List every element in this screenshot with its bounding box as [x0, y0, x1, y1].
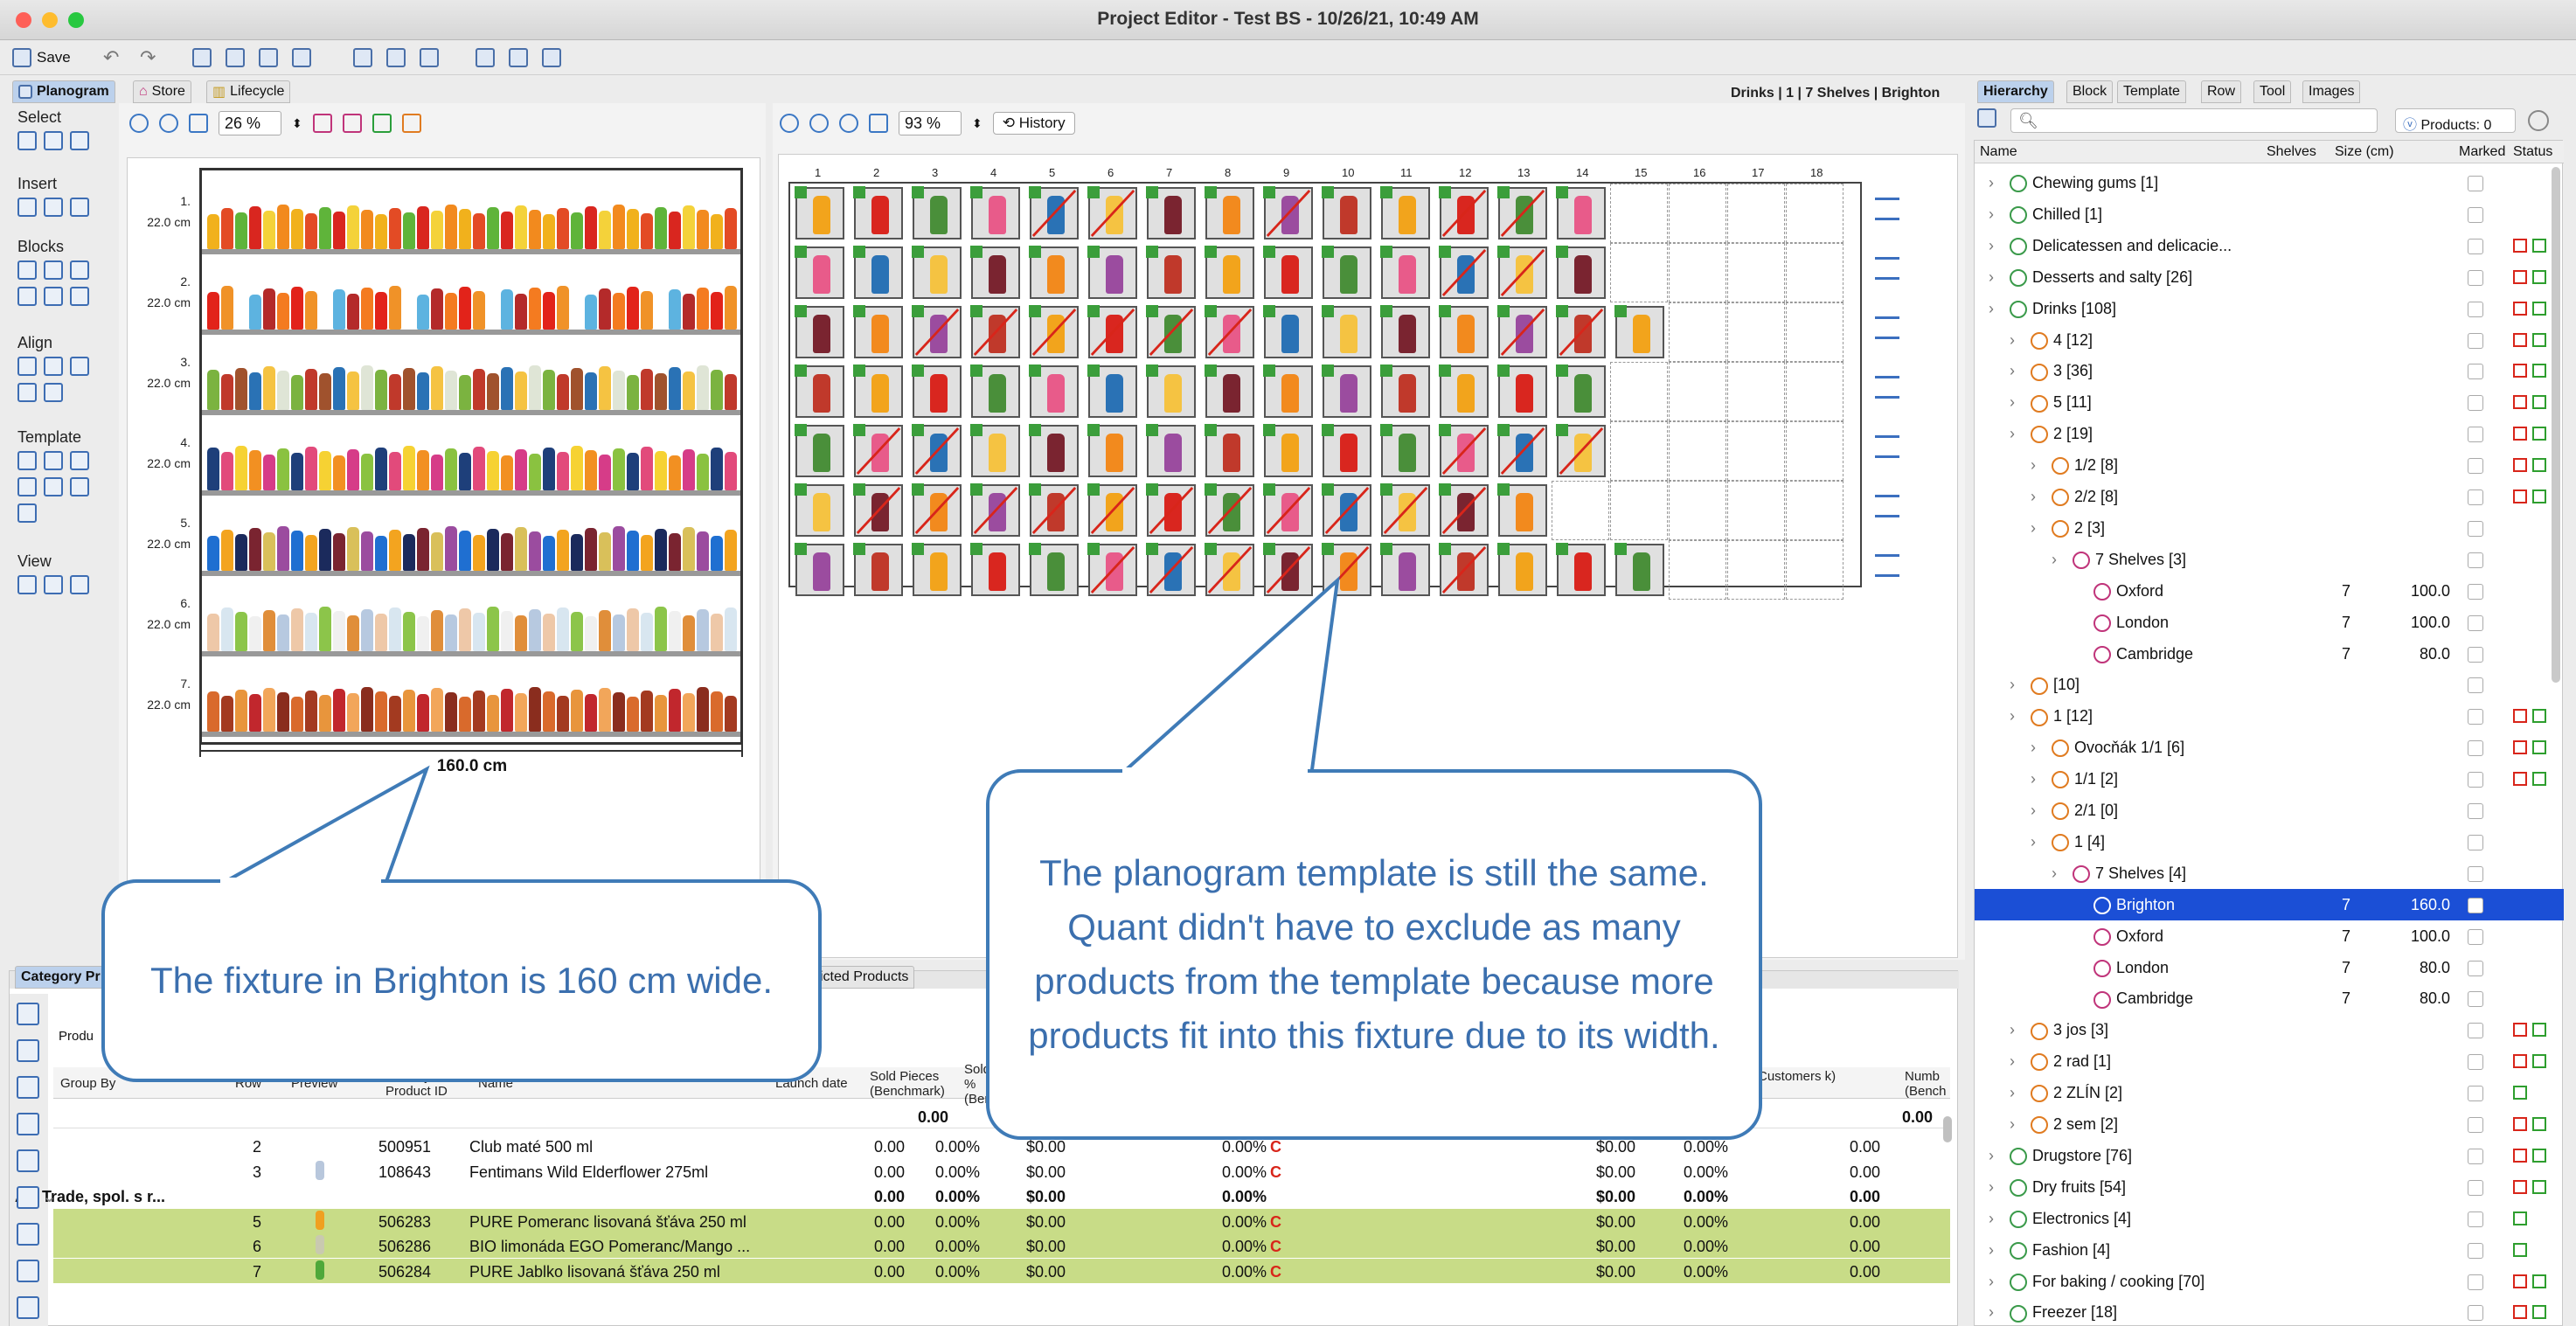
callout-pointer-joins [220, 767, 1308, 885]
project-editor-window: Project Editor - Test BS - 10/26/21, 10:… [0, 0, 2576, 1326]
